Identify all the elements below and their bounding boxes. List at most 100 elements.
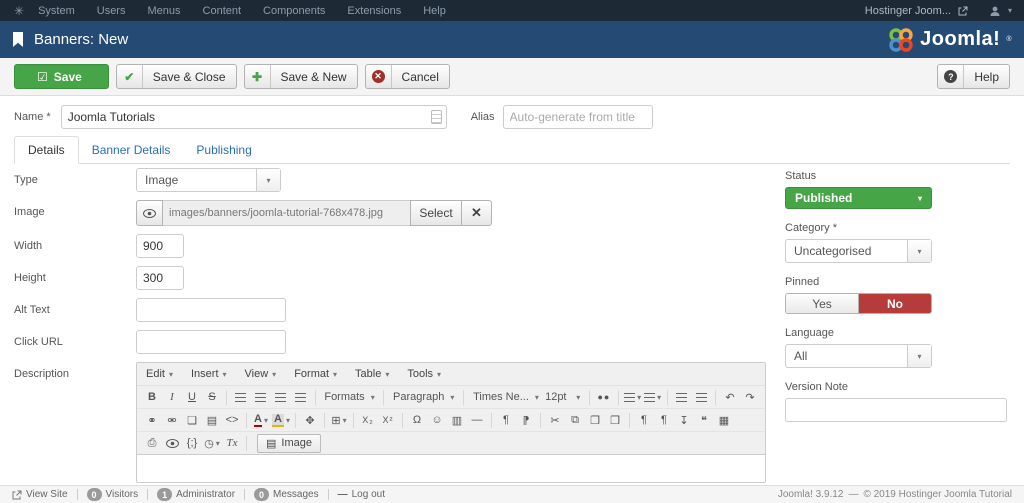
joomla-image-button[interactable]: ▤ Image <box>257 433 321 453</box>
font-size-dropdown[interactable]: 12pt ▾ <box>540 387 585 407</box>
administrator-link[interactable]: 1 Administrator <box>157 488 235 501</box>
editor-menu-edit[interactable]: Edit ▾ <box>146 368 173 380</box>
click-url-input[interactable] <box>136 330 286 354</box>
editor-content-area[interactable] <box>137 455 765 482</box>
menu-item-users[interactable]: Users <box>97 5 126 17</box>
image-label: Image <box>14 206 45 218</box>
alt-text-input[interactable] <box>136 298 286 322</box>
save-new-button[interactable]: ✚ Save & New <box>243 64 358 89</box>
print-button[interactable]: ⎙ <box>142 433 162 453</box>
italic-button[interactable]: I <box>162 387 182 407</box>
redo-button[interactable]: ↷ <box>740 387 760 407</box>
help-button[interactable]: ? Help <box>937 64 1010 89</box>
preview-button[interactable] <box>162 433 182 453</box>
editor-menu-view[interactable]: View ▾ <box>245 368 277 380</box>
insert-datetime-button[interactable]: ◷ ▾ <box>202 433 222 453</box>
subscript-button[interactable]: X₂ <box>358 410 378 430</box>
site-preview-link[interactable]: Hostinger Joom... <box>865 5 951 17</box>
clear-image-button[interactable]: ✕ <box>462 200 492 226</box>
bold-button[interactable]: B <box>142 387 162 407</box>
menu-item-extensions[interactable]: Extensions <box>347 5 401 17</box>
preview-image-button[interactable] <box>136 200 163 226</box>
horizontal-rule-button[interactable]: — <box>467 410 487 430</box>
save-button[interactable]: ☑ Save <box>14 64 109 89</box>
paste-button[interactable]: ❐ <box>585 410 605 430</box>
cancel-button[interactable]: ✕ Cancel <box>364 64 450 89</box>
search-replace-button[interactable]: ●● <box>594 387 614 407</box>
menu-item-menus[interactable]: Menus <box>147 5 180 17</box>
menu-item-components[interactable]: Components <box>263 5 325 17</box>
background-color-button[interactable]: A ▾ <box>271 410 291 430</box>
font-family-dropdown[interactable]: Times Ne... ▾ <box>468 387 540 407</box>
link-button[interactable]: ⚭ <box>142 410 162 430</box>
user-icon[interactable] <box>989 5 1001 17</box>
logout-link[interactable]: — Log out <box>338 489 385 500</box>
formats-dropdown[interactable]: Formats ▾ <box>319 387 379 407</box>
paragraph-dropdown[interactable]: Paragraph ▾ <box>388 387 459 407</box>
show-blocks-button[interactable]: ¶ <box>654 410 674 430</box>
messages-link[interactable]: 0 Messages <box>254 488 319 501</box>
plus-icon: ✚ <box>245 65 271 88</box>
insert-image-button[interactable]: ▤ <box>202 410 222 430</box>
align-center-button[interactable] <box>251 387 271 407</box>
underline-button[interactable]: U <box>182 387 202 407</box>
special-character-button[interactable]: Ω <box>407 410 427 430</box>
editor-menu-table[interactable]: Table ▾ <box>355 368 389 380</box>
show-invisible-characters-button[interactable]: ¶ <box>634 410 654 430</box>
menu-item-help[interactable]: Help <box>423 5 446 17</box>
copy-button[interactable]: ⧉ <box>565 410 585 430</box>
name-input[interactable] <box>60 105 447 129</box>
align-left-button[interactable] <box>231 387 251 407</box>
height-input[interactable] <box>136 266 184 290</box>
ltr-button[interactable]: ¶ <box>496 410 516 430</box>
undo-button[interactable]: ↶ <box>720 387 740 407</box>
image-path-input[interactable] <box>163 200 410 226</box>
menu-item-system[interactable]: System <box>38 5 75 17</box>
bullet-list-button[interactable]: ▾ <box>623 387 643 407</box>
outdent-button[interactable] <box>671 387 691 407</box>
width-input[interactable] <box>136 234 184 258</box>
version-note-input[interactable] <box>785 398 1007 422</box>
save-close-button[interactable]: ✔ Save & Close <box>115 64 237 89</box>
strikethrough-button[interactable]: S <box>202 387 222 407</box>
tab-banner-details[interactable]: Banner Details <box>79 137 184 163</box>
fullscreen-button[interactable]: ✥ <box>300 410 320 430</box>
select-image-button[interactable]: Select <box>410 200 462 226</box>
page-break-button[interactable]: ↧ <box>674 410 694 430</box>
cut-button[interactable]: ✂ <box>545 410 565 430</box>
tab-publishing[interactable]: Publishing <box>183 137 264 163</box>
insert-media-button[interactable]: ▥ <box>447 410 467 430</box>
source-code-button[interactable]: <> <box>222 410 242 430</box>
language-select[interactable]: All ▾ <box>785 344 932 368</box>
menu-label: Table <box>355 368 382 380</box>
remove-format-button[interactable]: Tx <box>222 433 242 453</box>
align-justify-button[interactable] <box>291 387 311 407</box>
rtl-button[interactable]: ⁋ <box>516 410 536 430</box>
emoticons-button[interactable]: ☺ <box>427 410 447 430</box>
paste-as-text-button[interactable]: ❒ <box>605 410 625 430</box>
align-right-button[interactable] <box>271 387 291 407</box>
superscript-button[interactable]: X² <box>378 410 398 430</box>
numbered-list-button[interactable]: ▾ <box>643 387 663 407</box>
anchor-button[interactable]: ❏ <box>182 410 202 430</box>
unlink-button[interactable]: ⚮ <box>162 410 182 430</box>
type-select[interactable]: Image ▾ <box>136 168 281 192</box>
pinned-no-button[interactable]: No <box>859 294 931 313</box>
visitors-link[interactable]: 0 Visitors <box>86 488 138 501</box>
template-button[interactable]: ▦ <box>714 410 734 430</box>
pinned-yes-button[interactable]: Yes <box>786 294 859 313</box>
editor-menu-insert[interactable]: Insert ▾ <box>191 368 227 380</box>
view-site-link[interactable]: View Site <box>12 489 68 500</box>
text-color-button[interactable]: A ▾ <box>251 410 271 430</box>
editor-menu-tools[interactable]: Tools ▾ <box>407 368 441 380</box>
indent-button[interactable] <box>691 387 711 407</box>
category-select[interactable]: Uncategorised ▾ <box>785 239 932 263</box>
menu-item-content[interactable]: Content <box>203 5 242 17</box>
blockquote-button[interactable]: ❝ <box>694 410 714 430</box>
table-button[interactable]: ⊞ ▾ <box>329 410 349 430</box>
status-select[interactable]: Published ▾ <box>785 187 932 209</box>
alias-input[interactable] <box>502 105 653 129</box>
tab-details[interactable]: Details <box>14 136 79 164</box>
editor-menu-format[interactable]: Format ▾ <box>294 368 337 380</box>
code-sample-button[interactable]: {;} <box>182 433 202 453</box>
